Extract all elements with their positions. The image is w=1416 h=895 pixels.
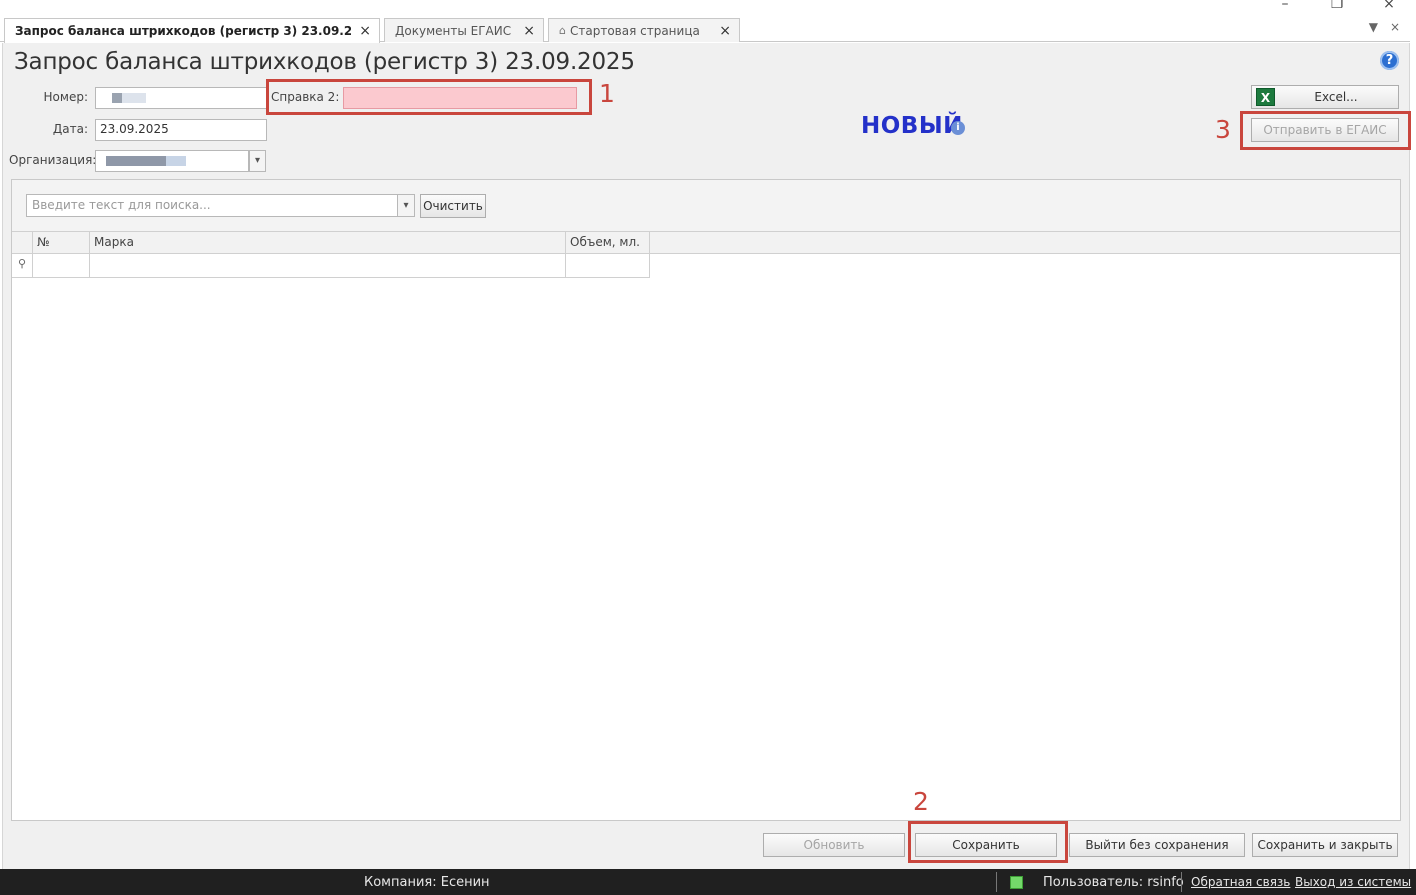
window-close-icon[interactable]: × — [1382, 0, 1396, 14]
redacted-value — [122, 92, 146, 103]
refresh-button[interactable]: Обновить — [763, 833, 905, 857]
document-form: Запрос баланса штрихкодов (регистр 3) 23… — [2, 43, 1411, 869]
new-row-number-cell[interactable] — [33, 254, 90, 278]
column-header-number[interactable]: № — [33, 232, 90, 254]
excel-icon: X — [1256, 88, 1275, 106]
feedback-link[interactable]: Обратная связь — [1191, 875, 1290, 889]
row-indicator-header — [12, 232, 33, 254]
tab-egais-documents[interactable]: Документы ЕГАИС × — [384, 18, 544, 42]
items-panel: Введите текст для поиска... ▾ Очистить №… — [11, 179, 1401, 821]
column-header-volume[interactable]: Объем, мл. — [566, 232, 650, 254]
tab-label: Запрос баланса штрихкодов (регистр 3) 23… — [15, 24, 352, 38]
column-header-mark[interactable]: Марка — [90, 232, 566, 254]
restore-icon[interactable]: ❐ — [1330, 0, 1344, 14]
excel-button-label: Excel... — [1314, 90, 1358, 104]
annotation-box-1 — [266, 79, 592, 115]
close-icon[interactable]: × — [523, 23, 535, 39]
new-row-volume-cell[interactable] — [566, 254, 650, 278]
clear-button[interactable]: Очистить — [420, 194, 486, 218]
column-header-filler — [650, 232, 1400, 254]
status-bar: Компания: Есенин Пользователь: rsinfo Об… — [0, 869, 1416, 895]
minimize-icon[interactable]: – — [1278, 0, 1292, 14]
excel-button[interactable]: X Excel... — [1251, 85, 1399, 109]
logout-link[interactable]: Выход из системы — [1295, 875, 1411, 889]
company-label: Компания: Есенин — [364, 875, 490, 890]
annotation-number-1: 1 — [599, 79, 615, 108]
annotation-number-3: 3 — [1215, 115, 1231, 144]
close-all-icon[interactable]: × — [1390, 20, 1400, 34]
redacted-value — [106, 155, 166, 166]
date-label: Дата: — [52, 122, 88, 136]
new-row-icon: ⚲ — [12, 254, 33, 278]
help-icon[interactable]: ? — [1380, 51, 1399, 70]
home-icon: ⌂ — [559, 24, 566, 37]
window-controls: – ❐ × — [1278, 0, 1396, 14]
search-area: Введите текст для поиска... ▾ Очистить — [12, 180, 1400, 232]
date-field[interactable]: 23.09.2025 — [95, 119, 267, 141]
page-title: Запрос баланса штрихкодов (регистр 3) 23… — [14, 49, 635, 75]
annotation-number-2: 2 — [913, 787, 929, 816]
tabbar-controls: ▼ × — [1369, 20, 1400, 34]
annotation-box-2 — [908, 821, 1068, 863]
connection-status-icon — [1010, 876, 1023, 889]
new-row-mark-cell[interactable] — [90, 254, 566, 278]
status-separator — [996, 872, 997, 892]
tab-bar: Запрос баланса штрихкодов (регистр 3) 23… — [0, 16, 1410, 43]
number-label: Номер: — [43, 90, 88, 104]
tab-balance-request[interactable]: Запрос баланса штрихкодов (регистр 3) 23… — [4, 18, 380, 43]
tab-start-page[interactable]: ⌂ Стартовая страница × — [548, 18, 740, 42]
close-icon[interactable]: × — [359, 23, 371, 39]
user-label: Пользователь: rsinfo — [1043, 875, 1184, 890]
tab-label: Документы ЕГАИС — [395, 23, 512, 38]
exit-without-saving-button[interactable]: Выйти без сохранения — [1069, 833, 1245, 857]
chevron-down-icon[interactable]: ▾ — [397, 194, 415, 217]
redacted-value — [112, 92, 122, 103]
annotation-box-3 — [1240, 111, 1411, 150]
save-and-close-button[interactable]: Сохранить и закрыть — [1252, 833, 1398, 857]
chevron-down-icon[interactable]: ▾ — [249, 150, 266, 172]
tab-list-dropdown-icon[interactable]: ▼ — [1369, 20, 1378, 34]
organization-label: Организация: — [9, 153, 97, 167]
tab-label: Стартовая страница — [569, 23, 700, 38]
info-icon[interactable]: i — [951, 121, 965, 135]
number-field[interactable] — [95, 87, 267, 109]
organization-select[interactable] — [95, 150, 249, 172]
redacted-value — [166, 155, 186, 166]
document-status: НОВЫЙ — [861, 113, 963, 139]
search-input[interactable]: Введите текст для поиска... — [26, 194, 398, 217]
status-separator — [1181, 872, 1182, 892]
close-icon[interactable]: × — [719, 23, 731, 39]
